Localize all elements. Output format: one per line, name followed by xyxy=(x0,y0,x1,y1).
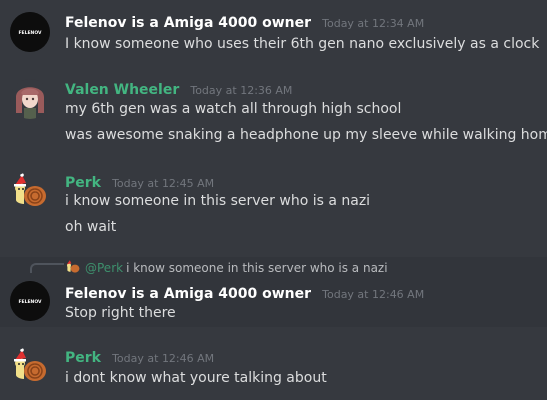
message-text: i dont know what youre talking about xyxy=(65,370,327,386)
avatar[interactable] xyxy=(10,347,50,387)
anime-girl-avatar-icon xyxy=(16,87,44,119)
username[interactable]: Perk xyxy=(65,350,101,366)
reply-spine xyxy=(30,263,64,273)
message-text: oh wait xyxy=(65,219,117,235)
message-text: Stop right there xyxy=(65,305,176,321)
felenov-logo-icon: FELENOV xyxy=(10,281,50,321)
timestamp: Today at 12:46 AM xyxy=(322,288,425,301)
message-text: i know someone in this server who is a n… xyxy=(65,193,371,209)
message-text: my 6th gen was a watch all through high … xyxy=(65,101,402,117)
username[interactable]: Felenov is a Amiga 4000 owner xyxy=(65,15,311,31)
snail-santa-mini-icon xyxy=(65,259,81,275)
svg-text:FELENOV: FELENOV xyxy=(18,299,42,305)
avatar[interactable] xyxy=(10,79,50,119)
felenov-logo-icon: FELENOV xyxy=(10,12,50,52)
svg-text:FELENOV: FELENOV xyxy=(18,30,42,36)
username[interactable]: Perk xyxy=(65,175,101,191)
avatar[interactable] xyxy=(10,172,50,212)
message-text: I know someone who uses their 6th gen na… xyxy=(65,36,540,52)
snail-santa-avatar-icon xyxy=(14,348,46,381)
timestamp: Today at 12:46 AM xyxy=(112,352,215,365)
snail-santa-avatar-icon xyxy=(14,173,46,206)
username[interactable]: Felenov is a Amiga 4000 owner xyxy=(65,286,311,302)
timestamp: Today at 12:34 AM xyxy=(322,17,425,30)
avatar[interactable]: FELENOV xyxy=(10,12,50,52)
message-text: was awesome snaking a headphone up my sl… xyxy=(65,127,547,143)
avatar[interactable]: FELENOV xyxy=(10,281,50,321)
reply-text[interactable]: i know someone in this server who is a n… xyxy=(126,261,388,275)
username[interactable]: Valen Wheeler xyxy=(65,82,179,98)
timestamp: Today at 12:36 AM xyxy=(190,84,293,97)
reply-reference[interactable]: @Perk i know someone in this server who i… xyxy=(65,259,388,275)
reply-mention[interactable]: @Perk xyxy=(85,261,123,275)
timestamp: Today at 12:45 AM xyxy=(112,177,215,190)
